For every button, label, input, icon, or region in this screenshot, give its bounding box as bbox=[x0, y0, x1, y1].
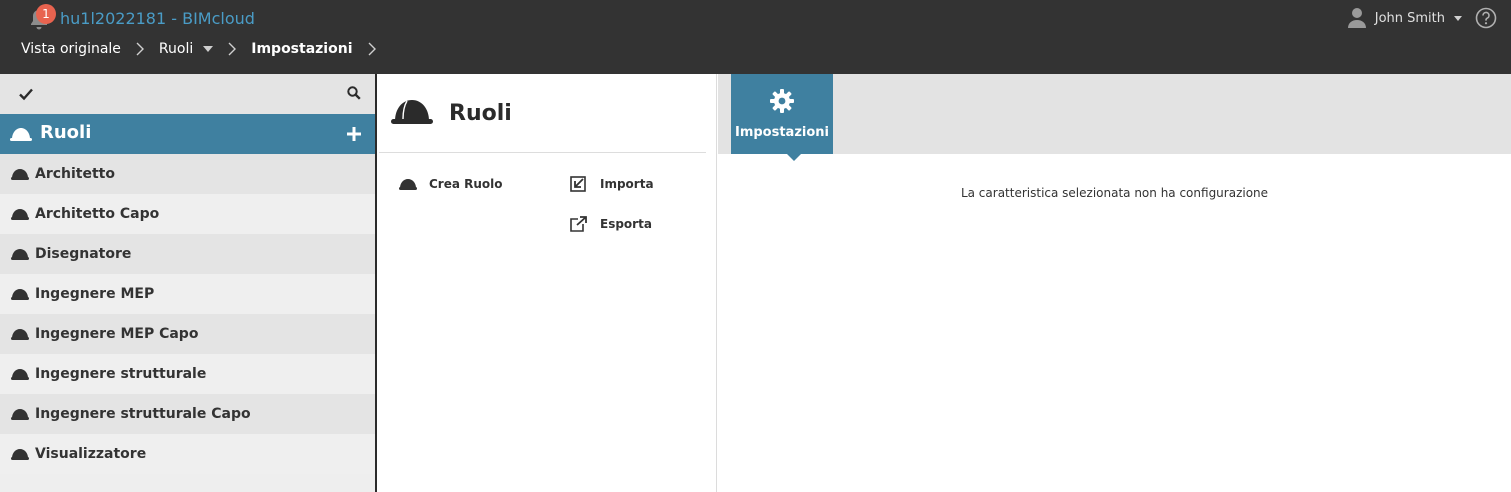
chevron-right-icon bbox=[228, 42, 237, 56]
empty-state-message: La caratteristica selezionata non ha con… bbox=[960, 186, 1269, 200]
export-icon bbox=[570, 216, 587, 232]
list-item[interactable]: Architetto Capo bbox=[0, 194, 375, 234]
helmet-icon bbox=[11, 249, 29, 260]
list-item[interactable]: Ingegnere MEP Capo bbox=[0, 314, 375, 354]
sidebar-title: Ruoli bbox=[40, 122, 92, 143]
panel-title: Ruoli bbox=[449, 101, 512, 126]
user-menu[interactable]: John Smith bbox=[1347, 7, 1497, 29]
helmet-icon bbox=[11, 449, 29, 460]
user-icon bbox=[1347, 8, 1366, 28]
list-item[interactable]: Disegnatore bbox=[0, 234, 375, 274]
import-button[interactable]: Importa bbox=[570, 176, 654, 192]
settings-panel: Impostazioni La caratteristica seleziona… bbox=[718, 74, 1511, 492]
breadcrumb-item-roles[interactable]: Ruoli bbox=[159, 41, 193, 57]
top-bar: 1 hu1l2022181 - BIMcloud John Smith Vist… bbox=[0, 0, 1511, 74]
helmet-icon bbox=[11, 169, 29, 180]
list-item[interactable]: Ingegnere MEP bbox=[0, 274, 375, 314]
export-button[interactable]: Esporta bbox=[570, 216, 652, 232]
helmet-icon bbox=[399, 179, 417, 190]
roles-list: Architetto Architetto Capo Disegnatore I… bbox=[0, 154, 375, 474]
tab-settings-label: Impostazioni bbox=[734, 125, 829, 140]
user-name[interactable]: John Smith bbox=[1375, 11, 1445, 26]
helmet-icon bbox=[11, 329, 29, 340]
list-item[interactable]: Ingegnere strutturale bbox=[0, 354, 375, 394]
breadcrumb-item-settings[interactable]: Impostazioni bbox=[251, 41, 352, 57]
helmet-icon bbox=[11, 409, 29, 420]
tab-settings[interactable]: Impostazioni bbox=[731, 74, 833, 161]
breadcrumb-item-original-view[interactable]: Vista originale bbox=[21, 41, 121, 57]
import-icon bbox=[570, 176, 586, 192]
export-label: Esporta bbox=[600, 217, 652, 231]
import-label: Importa bbox=[600, 177, 654, 191]
helmet-icon bbox=[391, 100, 433, 124]
tab-strip: Impostazioni bbox=[718, 74, 1511, 161]
notification-badge[interactable]: 1 bbox=[36, 4, 56, 24]
helmet-icon bbox=[10, 128, 32, 141]
roles-panel: Ruoli Crea Ruolo Importa Esporta bbox=[379, 74, 717, 492]
create-role-button[interactable]: Crea Ruolo bbox=[399, 176, 503, 192]
list-item[interactable]: Visualizzatore bbox=[0, 434, 375, 474]
chevron-down-icon[interactable] bbox=[203, 45, 214, 53]
helmet-icon bbox=[11, 369, 29, 380]
gear-icon bbox=[770, 89, 794, 113]
list-item[interactable]: Ingegnere strutturale Capo bbox=[0, 394, 375, 434]
sidebar-toolbar bbox=[0, 74, 375, 114]
list-item-label: Ingegnere MEP Capo bbox=[35, 326, 199, 342]
list-item-label: Ingegnere strutturale Capo bbox=[35, 406, 251, 422]
helmet-icon bbox=[11, 209, 29, 220]
breadcrumb: Vista originale Ruoli Impostazioni bbox=[21, 41, 391, 57]
search-icon[interactable] bbox=[347, 86, 361, 100]
list-item-label: Ingegnere MEP bbox=[35, 286, 155, 302]
check-icon[interactable] bbox=[19, 87, 33, 101]
list-item-label: Ingegnere strutturale bbox=[35, 366, 207, 382]
roles-sidebar: Ruoli Architetto Architetto Capo Disegna… bbox=[0, 74, 377, 492]
list-item-label: Disegnatore bbox=[35, 246, 132, 262]
list-item-label: Architetto Capo bbox=[35, 206, 160, 222]
helmet-icon bbox=[11, 289, 29, 300]
create-role-label: Crea Ruolo bbox=[429, 177, 503, 191]
server-name-link[interactable]: hu1l2022181 - BIMcloud bbox=[60, 9, 255, 28]
chevron-down-icon[interactable] bbox=[1453, 13, 1463, 23]
chevron-right-icon bbox=[136, 42, 144, 56]
plus-icon[interactable] bbox=[346, 126, 362, 142]
panel-header: Ruoli bbox=[379, 74, 706, 153]
list-item-label: Visualizzatore bbox=[35, 446, 147, 462]
chevron-right-icon bbox=[368, 42, 376, 56]
help-icon[interactable] bbox=[1475, 7, 1497, 29]
list-item[interactable]: Architetto bbox=[0, 154, 375, 194]
tab-pointer bbox=[787, 154, 801, 161]
list-item-label: Architetto bbox=[35, 166, 115, 182]
sidebar-header: Ruoli bbox=[0, 114, 375, 154]
